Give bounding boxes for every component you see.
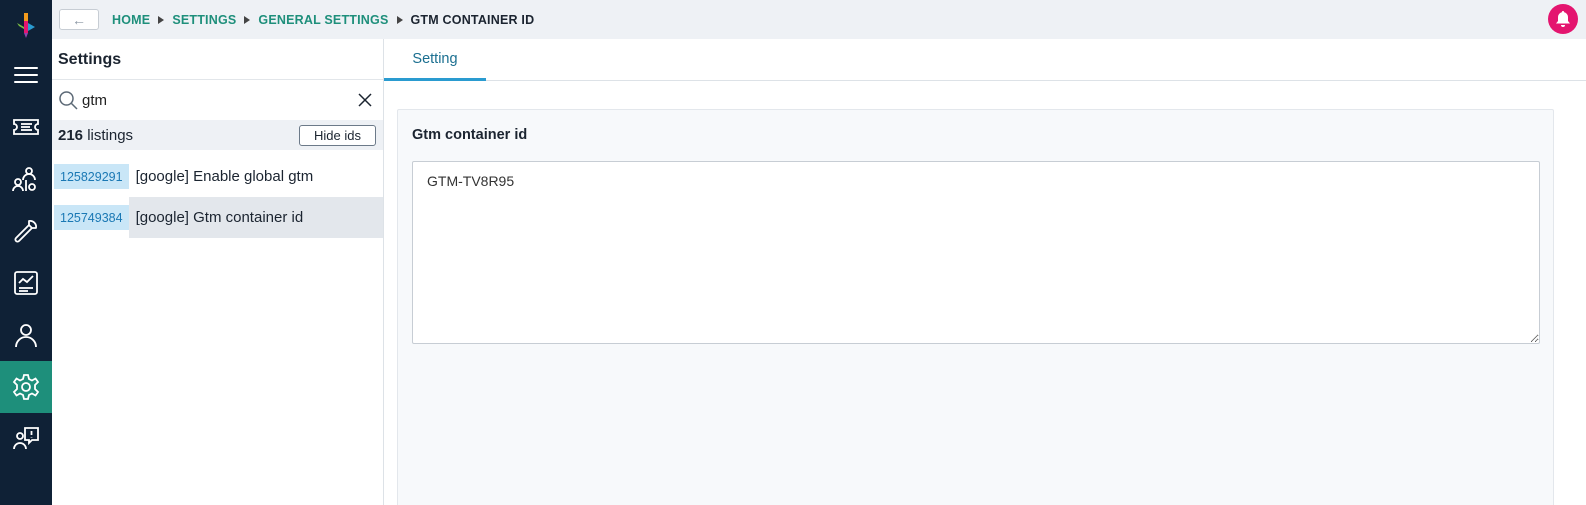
breadcrumb-separator-icon xyxy=(244,15,251,24)
tab-setting[interactable]: Setting xyxy=(384,39,486,81)
breadcrumb-home[interactable]: HOME xyxy=(112,13,150,27)
id-badge: 125749384 xyxy=(54,205,129,230)
close-icon[interactable] xyxy=(357,92,373,108)
breadcrumb-current: GTM CONTAINER ID xyxy=(410,12,535,27)
back-button[interactable]: ← xyxy=(59,9,99,30)
id-badge: 125829291 xyxy=(54,164,129,189)
list-item[interactable]: 125829291 [google] Enable global gtm xyxy=(52,156,383,197)
listing-count: 216 listings xyxy=(58,127,133,144)
setting-card: Gtm container id GTM-TV8R95 xyxy=(397,109,1554,505)
list-item-label: [google] Gtm container id xyxy=(135,209,304,226)
rail-item-feedback[interactable] xyxy=(0,413,52,465)
listing-count-word: listings xyxy=(87,127,134,144)
breadcrumb-separator-icon xyxy=(396,15,403,24)
people-hierarchy-icon xyxy=(12,167,36,192)
rail-item-people[interactable] xyxy=(0,153,52,205)
tab-bar: Setting xyxy=(384,39,1586,81)
list-item-label-wrap: [google] Gtm container id xyxy=(128,197,383,238)
breadcrumb-settings[interactable]: SETTINGS xyxy=(172,13,236,27)
rail-item-user[interactable] xyxy=(0,309,52,361)
nav-rail xyxy=(0,0,52,505)
ticket-icon xyxy=(13,119,39,135)
logo-icon xyxy=(17,13,35,38)
breadcrumb: HOME SETTINGS GENERAL SETTINGS GTM CONTA… xyxy=(112,0,534,39)
breadcrumb-general-settings[interactable]: GENERAL SETTINGS xyxy=(258,13,388,27)
rail-item-tickets[interactable] xyxy=(0,101,52,153)
breadcrumb-separator-icon xyxy=(158,15,165,24)
list-item-label: [google] Enable global gtm xyxy=(135,168,314,185)
notifications-button[interactable] xyxy=(1548,4,1578,34)
hide-ids-button[interactable]: Hide ids xyxy=(299,125,376,146)
top-bar: ← HOME SETTINGS GENERAL SETTINGS GTM CON… xyxy=(52,0,1586,39)
search-row xyxy=(52,80,383,120)
panel-title: Settings xyxy=(58,51,122,68)
listing-count-number: 216 xyxy=(58,127,84,144)
main-content: Gtm container id GTM-TV8R95 xyxy=(384,81,1586,505)
app-logo[interactable] xyxy=(0,0,52,50)
user-icon xyxy=(15,324,37,348)
report-chart-icon xyxy=(14,271,38,295)
search-icon xyxy=(59,91,78,110)
list-item-label-wrap: [google] Enable global gtm xyxy=(129,156,383,197)
field-label: Gtm container id xyxy=(412,127,528,143)
feedback-icon xyxy=(13,427,39,450)
wrench-icon xyxy=(14,220,37,243)
hamburger-menu-icon xyxy=(14,67,38,83)
rail-item-settings[interactable] xyxy=(0,361,52,413)
search-input[interactable] xyxy=(82,89,342,111)
list-item-selected[interactable]: 125749384 [google] Gtm container id xyxy=(52,197,383,238)
rail-item-reports[interactable] xyxy=(0,257,52,309)
rail-item-tools[interactable] xyxy=(0,205,52,257)
listing-bar: 216 listings Hide ids xyxy=(52,120,383,150)
gtm-container-id-textarea[interactable]: GTM-TV8R95 xyxy=(412,161,1540,344)
gear-icon xyxy=(12,374,40,400)
rail-item-menu[interactable] xyxy=(0,49,52,101)
bell-icon xyxy=(1556,11,1570,27)
settings-list-panel: Settings 216 listings Hide ids 125829291… xyxy=(52,39,384,505)
